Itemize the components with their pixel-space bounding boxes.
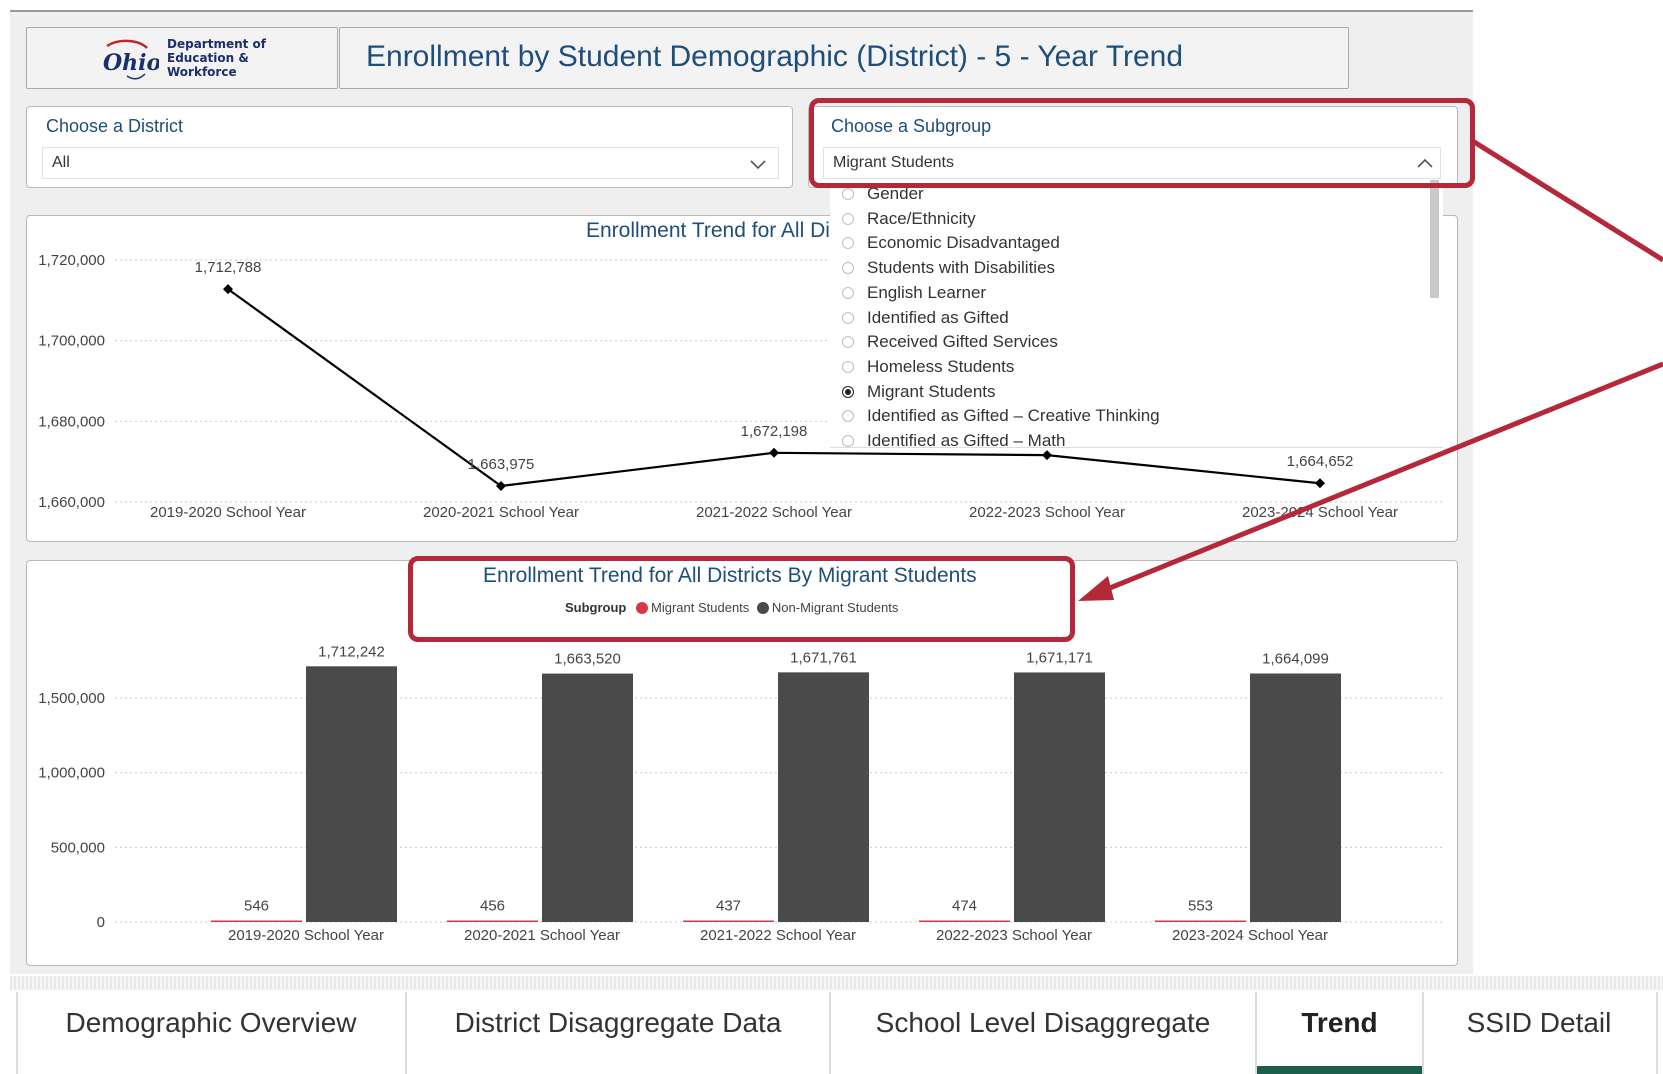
tab-divider — [1656, 992, 1658, 1074]
tab-bar-edge — [10, 976, 1663, 990]
tab-trend-label: Trend — [1301, 1007, 1378, 1038]
arrow-line-top — [1469, 137, 1663, 263]
tab-trend[interactable]: Trend — [1257, 990, 1422, 1074]
tab-demographic-overview[interactable]: Demographic Overview — [18, 990, 404, 1074]
tab-school-level-disaggregate[interactable]: School Level Disaggregate — [831, 990, 1255, 1074]
arrow-line-bottom — [1089, 361, 1663, 599]
tab-district-disaggregate-data[interactable]: District Disaggregate Data — [407, 990, 829, 1074]
report-canvas: Ohio Department of Education & Workforce… — [0, 0, 1663, 1074]
tab-ssid-detail[interactable]: SSID Detail — [1424, 990, 1654, 1074]
tab-active-indicator — [1257, 1066, 1422, 1074]
arrow-head-icon — [1078, 576, 1114, 601]
tab-bar: Demographic Overview District Disaggrega… — [0, 976, 1663, 1074]
annotation-arrows — [1078, 137, 1663, 601]
